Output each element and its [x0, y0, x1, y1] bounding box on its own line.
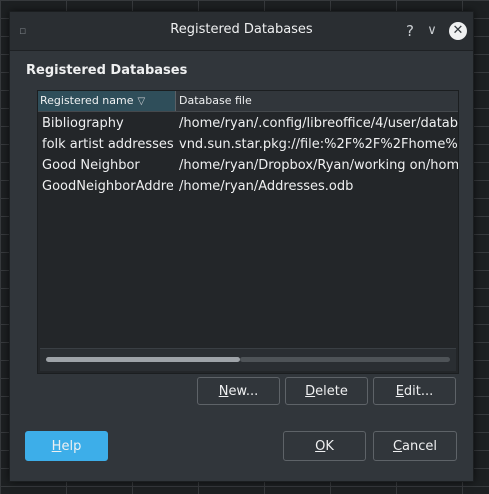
button-label-suffix: ew...: [228, 384, 259, 399]
button-label-accel: O: [315, 439, 326, 454]
databases-table[interactable]: Registered name ▽ Database file Bibliogra…: [37, 90, 459, 374]
chevron-down-icon[interactable]: ∨: [424, 21, 440, 41]
horizontal-scrollbar[interactable]: [40, 348, 456, 371]
column-header-database-file[interactable]: Database file: [176, 91, 458, 111]
table-header: Registered name ▽ Database file: [38, 91, 458, 112]
database-file-cell: /home/ryan/Dropbox/Ryan/working on/home: [179, 158, 458, 173]
table-body: Bibliography /home/ryan/.config/libreoff…: [38, 113, 458, 343]
button-label-suffix: elete: [315, 384, 348, 399]
section-title: Registered Databases: [26, 63, 188, 78]
ok-button[interactable]: OK: [283, 431, 366, 461]
edit-button[interactable]: Edit...: [373, 377, 456, 405]
button-label-accel: N: [218, 384, 229, 399]
table-row[interactable]: GoodNeighborAddresses /home/ryan/Address…: [38, 176, 458, 197]
sort-descending-icon: ▽: [137, 96, 146, 107]
cancel-button[interactable]: Cancel: [373, 431, 457, 461]
button-label-suffix: dit...: [403, 384, 434, 399]
button-label-suffix: elp: [61, 439, 82, 454]
column-label: Registered name: [40, 94, 134, 107]
database-file-cell: vnd.sun.star.pkg://file:%2F%2F%2Fhome%2F…: [179, 137, 458, 152]
registered-name-cell: Good Neighbor: [42, 158, 140, 173]
table-row[interactable]: Bibliography /home/ryan/.config/libreoff…: [38, 113, 458, 134]
database-file-cell: /home/ryan/.config/libreoffice/4/user/da…: [179, 116, 458, 131]
button-label-accel: H: [51, 439, 62, 454]
delete-button[interactable]: Delete: [285, 377, 368, 405]
button-label-suffix: K: [325, 439, 334, 454]
table-row[interactable]: Good Neighbor /home/ryan/Dropbox/Ryan/wo…: [38, 155, 458, 176]
registered-databases-dialog: ▫ Registered Databases ? ∨ ✕ Registered …: [9, 11, 474, 482]
button-label-accel: E: [395, 384, 404, 399]
button-label-suffix: ancel: [402, 439, 438, 454]
registered-name-cell: Bibliography: [42, 116, 124, 131]
registered-name-cell: GoodNeighborAddresses: [42, 179, 173, 194]
registered-name-cell: folk artist addresses: [42, 137, 173, 152]
close-icon[interactable]: ✕: [449, 22, 467, 40]
title-bar[interactable]: ▫ Registered Databases ? ∨ ✕: [10, 12, 473, 51]
scrollbar-track[interactable]: [240, 357, 450, 362]
help-icon[interactable]: ?: [402, 21, 418, 41]
new-button[interactable]: New...: [197, 377, 280, 405]
column-label: Database file: [179, 94, 252, 107]
button-label-accel: C: [392, 439, 403, 454]
scrollbar-thumb[interactable]: [46, 357, 240, 362]
column-header-registered-name[interactable]: Registered name ▽: [38, 91, 176, 111]
button-label-accel: D: [305, 384, 316, 399]
table-row[interactable]: folk artist addresses vnd.sun.star.pkg:/…: [38, 134, 458, 155]
help-button[interactable]: Help: [25, 431, 108, 461]
database-file-cell: /home/ryan/Addresses.odb: [179, 179, 354, 194]
